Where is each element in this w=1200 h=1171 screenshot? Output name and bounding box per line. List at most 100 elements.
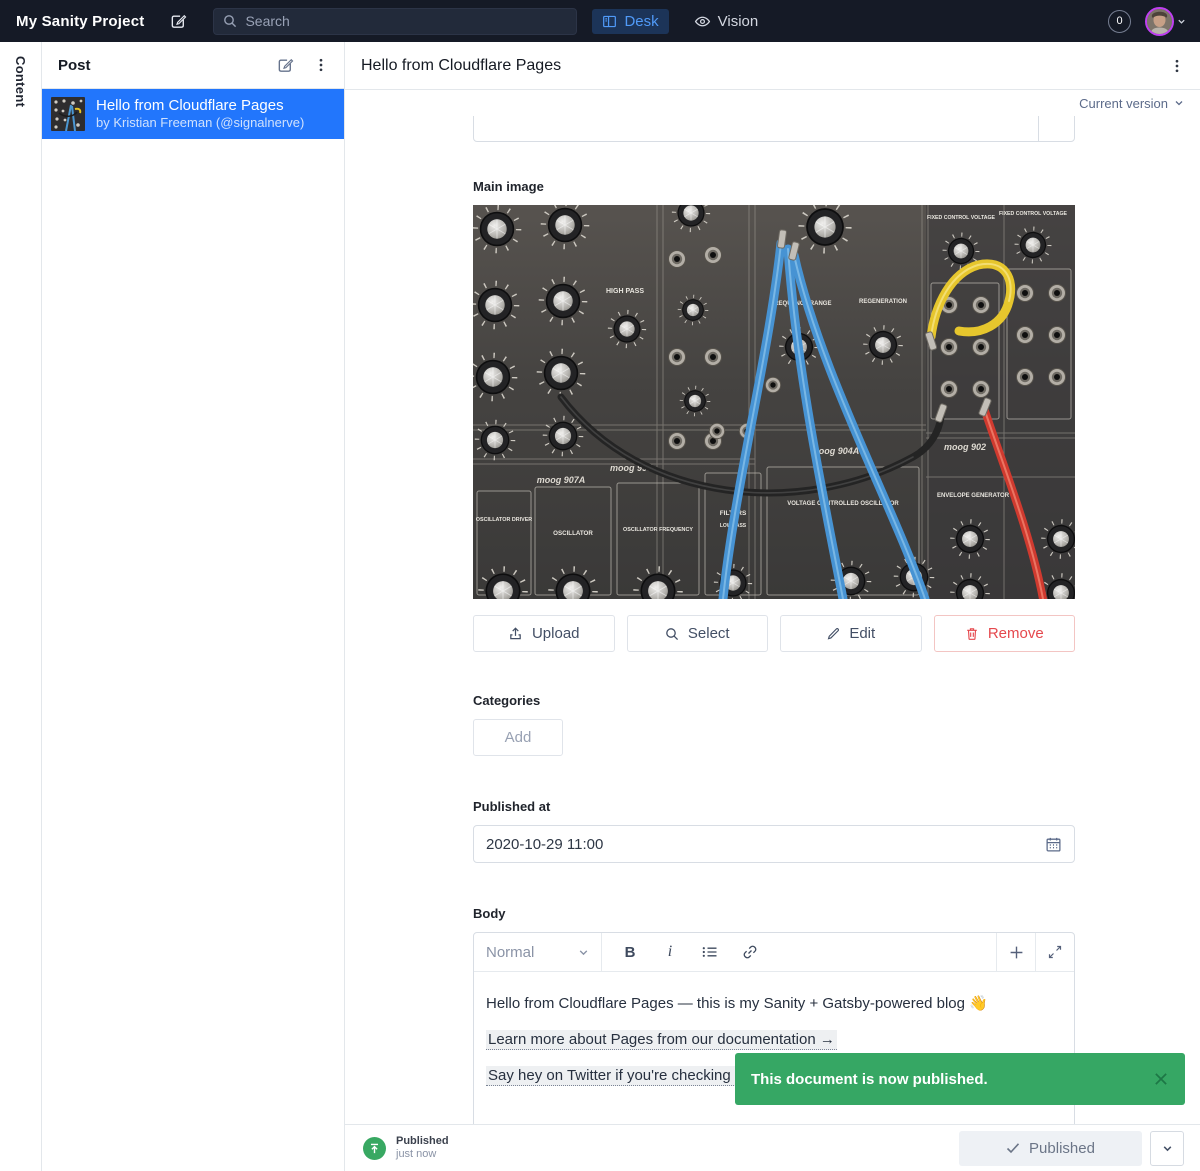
- top-navbar: My Sanity Project Search: [0, 0, 1200, 42]
- bold-button[interactable]: B: [610, 933, 650, 971]
- main-image-preview[interactable]: HIGH PASS: [473, 205, 1075, 599]
- body-paragraph: Hello from Cloudflare Pages — this is my…: [486, 993, 1062, 1014]
- style-value: Normal: [486, 944, 534, 961]
- body-link-documentation[interactable]: Learn more about Pages from our document…: [486, 1030, 837, 1050]
- publish-menu-button[interactable]: [1150, 1131, 1184, 1166]
- notification-badge[interactable]: 0: [1108, 10, 1131, 33]
- svg-text:moog 902: moog 902: [944, 442, 986, 452]
- tab-desk[interactable]: Desk: [592, 9, 668, 34]
- publish-button[interactable]: Published: [959, 1131, 1142, 1166]
- search-placeholder: Search: [245, 13, 289, 29]
- publish-status-icon: [363, 1137, 386, 1160]
- link-button[interactable]: [730, 933, 770, 971]
- success-toast: This document is now published.: [735, 1053, 1185, 1105]
- clipped-field: [473, 116, 1075, 142]
- svg-text:FIXED CONTROL VOLTAGE: FIXED CONTROL VOLTAGE: [927, 215, 996, 221]
- slug-input-partial[interactable]: [473, 116, 1075, 142]
- add-label: Add: [505, 729, 532, 746]
- field-label-categories: Categories: [473, 693, 1075, 708]
- svg-text:REGENERATION: REGENERATION: [859, 299, 907, 305]
- edit-button[interactable]: Edit: [780, 615, 922, 652]
- list-item-subtitle: by Kristian Freeman (@signalnerve): [96, 115, 304, 131]
- tab-vision[interactable]: Vision: [684, 9, 769, 34]
- document-header: Hello from Cloudflare Pages: [345, 42, 1200, 90]
- publish-status-time: just now: [396, 1148, 449, 1161]
- dots-vertical-icon: [314, 57, 328, 73]
- edit-label: Edit: [849, 625, 875, 642]
- eye-icon: [694, 13, 711, 30]
- close-icon[interactable]: [1153, 1071, 1169, 1087]
- publish-button-label: Published: [1029, 1140, 1095, 1157]
- select-button[interactable]: Select: [627, 615, 769, 652]
- compose-icon: [170, 13, 187, 30]
- expand-icon: [1048, 945, 1062, 959]
- remove-button[interactable]: Remove: [934, 615, 1076, 652]
- search-icon: [665, 627, 679, 641]
- svg-text:FIXED CONTROL VOLTAGE: FIXED CONTROL VOLTAGE: [999, 211, 1068, 217]
- check-icon: [1006, 1142, 1020, 1154]
- main-image-photo: HIGH PASS: [473, 205, 1075, 599]
- dots-vertical-icon: [1170, 58, 1184, 74]
- svg-text:HIGH PASS: HIGH PASS: [606, 288, 644, 295]
- link-icon: [742, 944, 758, 960]
- avatar: [1145, 7, 1174, 36]
- new-document-button[interactable]: [170, 13, 187, 30]
- svg-text:FREQUENCY RANGE: FREQUENCY RANGE: [771, 301, 832, 307]
- published-at-input[interactable]: 2020-10-29 11:00: [473, 825, 1075, 863]
- calendar-icon[interactable]: [1045, 836, 1062, 853]
- page-title: Hello from Cloudflare Pages: [361, 57, 1170, 75]
- document-editor-pane: Hello from Cloudflare Pages Current vers…: [345, 42, 1200, 1171]
- sidebar-item-content[interactable]: Content: [13, 56, 28, 1171]
- upload-label: Upload: [532, 625, 580, 642]
- bullet-list-button[interactable]: [690, 933, 730, 971]
- upload-button[interactable]: Upload: [473, 615, 615, 652]
- pane-title: Post: [58, 57, 277, 74]
- svg-text:OSCILLATOR DRIVER: OSCILLATOR DRIVER: [476, 517, 533, 523]
- document-scroll-area[interactable]: Main image: [345, 116, 1200, 1124]
- italic-button[interactable]: i: [650, 933, 690, 971]
- plus-icon: [1009, 945, 1024, 960]
- trash-icon: [965, 626, 979, 641]
- create-post-button[interactable]: [277, 57, 294, 74]
- published-at-value: 2020-10-29 11:00: [486, 836, 1045, 853]
- project-title: My Sanity Project: [16, 13, 144, 30]
- publish-status-title: Published: [396, 1135, 449, 1148]
- bullet-list-icon: [702, 945, 718, 959]
- list-item[interactable]: Hello from Cloudflare Pages by Kristian …: [42, 89, 344, 139]
- content-rail: Content: [0, 42, 42, 1171]
- svg-text:OSCILLATOR FREQUENCY: OSCILLATOR FREQUENCY: [623, 527, 693, 533]
- tab-desk-label: Desk: [624, 13, 658, 30]
- tab-vision-label: Vision: [718, 13, 759, 30]
- select-label: Select: [688, 625, 730, 642]
- document-menu-button[interactable]: [1170, 58, 1184, 74]
- field-label-main-image: Main image: [473, 179, 1075, 194]
- upload-icon: [508, 626, 523, 641]
- pencil-icon: [826, 627, 840, 641]
- compose-icon: [277, 57, 294, 74]
- sanity-studio: My Sanity Project Search: [0, 0, 1200, 1171]
- search-input[interactable]: Search: [213, 8, 577, 35]
- insert-block-button[interactable]: [996, 933, 1035, 971]
- svg-text:ENVELOPE GENERATOR: ENVELOPE GENERATOR: [937, 493, 1010, 499]
- field-label-body: Body: [473, 906, 1075, 921]
- version-label: Current version: [1079, 96, 1168, 111]
- image-actions: Upload Select: [473, 615, 1075, 652]
- list-item-title: Hello from Cloudflare Pages: [96, 97, 304, 115]
- pane-menu-button[interactable]: [314, 57, 328, 73]
- post-list-pane: Post: [42, 42, 345, 1171]
- desk-icon: [602, 14, 617, 29]
- svg-text:moog 907A: moog 907A: [537, 475, 586, 485]
- search-icon: [223, 14, 237, 28]
- chevron-down-icon: [1177, 17, 1186, 26]
- version-selector[interactable]: Current version: [345, 90, 1200, 116]
- fullscreen-button[interactable]: [1035, 933, 1074, 971]
- user-menu[interactable]: [1145, 7, 1186, 36]
- post-thumbnail: [51, 97, 85, 131]
- svg-text:OSCILLATOR: OSCILLATOR: [553, 530, 593, 537]
- toast-message: This document is now published.: [751, 1071, 1153, 1088]
- text-style-select[interactable]: Normal: [474, 933, 602, 971]
- chevron-down-icon: [578, 947, 589, 958]
- chevron-down-icon: [1174, 98, 1184, 108]
- add-category-button[interactable]: Add: [473, 719, 563, 756]
- chevron-down-icon: [1162, 1143, 1173, 1154]
